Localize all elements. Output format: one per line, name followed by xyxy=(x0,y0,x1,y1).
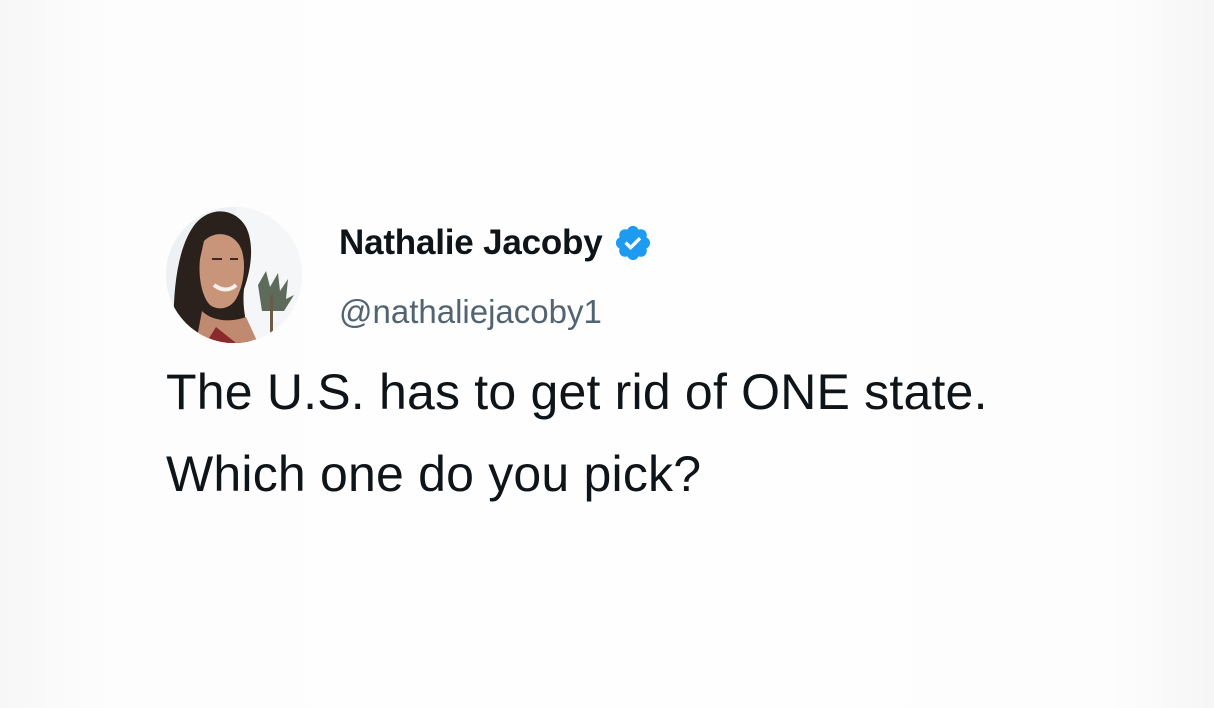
avatar[interactable] xyxy=(166,207,302,343)
tweet-card: Nathalie Jacoby @nathaliejacoby1 The U.S… xyxy=(166,205,1066,515)
author-name-row: Nathalie Jacoby xyxy=(339,223,653,263)
author-handle[interactable]: @nathaliejacoby1 xyxy=(339,292,602,332)
tweet-screenshot: Nathalie Jacoby @nathaliejacoby1 The U.S… xyxy=(0,0,1214,708)
avatar-photo xyxy=(166,207,302,343)
display-name[interactable]: Nathalie Jacoby xyxy=(339,223,603,263)
tweet-text: The U.S. has to get rid of ONE state. Wh… xyxy=(166,364,988,502)
verified-badge-icon xyxy=(613,223,653,263)
tweet-header: Nathalie Jacoby @nathaliejacoby1 xyxy=(166,205,1066,351)
